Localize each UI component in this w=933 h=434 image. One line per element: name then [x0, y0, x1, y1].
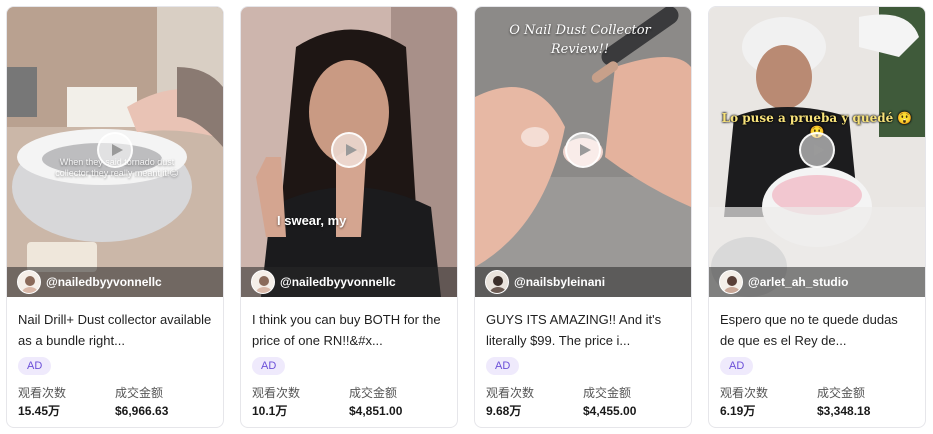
- gmv-value: $6,966.63: [115, 404, 169, 418]
- avatar: [485, 270, 509, 294]
- avatar: [17, 270, 41, 294]
- video-description[interactable]: Nail Drill+ Dust collector available as …: [18, 309, 212, 351]
- overlay-caption: I swear, my: [277, 213, 347, 228]
- play-icon[interactable]: [565, 132, 601, 168]
- author-handle[interactable]: @nailedbyyvonnellc: [46, 275, 162, 289]
- stats-row: 观看次数 15.45万 成交金额 $6,966.63: [18, 385, 212, 420]
- views-value: 15.45万: [18, 404, 61, 418]
- author-bar[interactable]: @nailedbyyvonnellc: [241, 267, 457, 297]
- ad-badge: AD: [252, 357, 286, 375]
- views-value: 10.1万: [252, 404, 288, 418]
- video-card[interactable]: I swear, my @nailedbyyvonnellc I think y…: [240, 6, 458, 428]
- views-value: 6.19万: [720, 404, 756, 418]
- author-bar[interactable]: @nailsbyleinani: [475, 267, 691, 297]
- stats-row: 观看次数 6.19万 成交金额 $3,348.18: [720, 385, 914, 420]
- play-icon[interactable]: [799, 132, 835, 168]
- video-description[interactable]: I think you can buy BOTH for the price o…: [252, 309, 446, 351]
- stats-row: 观看次数 9.68万 成交金额 $4,455.00: [486, 385, 680, 420]
- ad-badge: AD: [720, 357, 754, 375]
- author-handle[interactable]: @nailsbyleinani: [514, 275, 605, 289]
- gmv-value: $4,851.00: [349, 404, 403, 418]
- video-card[interactable]: When they said tornado dust collector th…: [6, 6, 224, 428]
- video-thumbnail[interactable]: When they said tornado dust collector th…: [7, 7, 223, 297]
- views-label: 观看次数: [720, 386, 769, 400]
- overlay-caption: O Nail Dust Collector Review!!: [509, 23, 651, 57]
- gmv-label: 成交金额: [349, 386, 398, 400]
- video-card-grid: When they said tornado dust collector th…: [0, 0, 933, 434]
- video-thumbnail[interactable]: I swear, my @nailedbyyvonnellc: [241, 7, 457, 297]
- video-card[interactable]: Lo puse a prueba y quedé 😲😲 @arlet_ah_st…: [708, 6, 926, 428]
- views-label: 观看次数: [18, 386, 67, 400]
- video-description[interactable]: Espero que no te quede dudas de que es e…: [720, 309, 914, 351]
- avatar: [251, 270, 275, 294]
- avatar: [719, 270, 743, 294]
- play-icon[interactable]: [97, 132, 133, 168]
- ad-badge: AD: [486, 357, 520, 375]
- gmv-label: 成交金额: [583, 386, 632, 400]
- ad-badge: AD: [18, 357, 52, 375]
- views-value: 9.68万: [486, 404, 522, 418]
- author-bar[interactable]: @arlet_ah_studio: [709, 267, 925, 297]
- play-icon[interactable]: [331, 132, 367, 168]
- video-card[interactable]: O Nail Dust Collector Review!! @nailsbyl…: [474, 6, 692, 428]
- author-handle[interactable]: @nailedbyyvonnellc: [280, 275, 396, 289]
- gmv-label: 成交金额: [817, 386, 866, 400]
- video-thumbnail[interactable]: O Nail Dust Collector Review!! @nailsbyl…: [475, 7, 691, 297]
- stats-row: 观看次数 10.1万 成交金额 $4,851.00: [252, 385, 446, 420]
- video-description[interactable]: GUYS ITS AMAZING!! And it's literally $9…: [486, 309, 680, 351]
- author-bar[interactable]: @nailedbyyvonnellc: [7, 267, 223, 297]
- gmv-value: $4,455.00: [583, 404, 637, 418]
- gmv-value: $3,348.18: [817, 404, 871, 418]
- gmv-label: 成交金额: [115, 386, 164, 400]
- video-thumbnail[interactable]: Lo puse a prueba y quedé 😲😲 @arlet_ah_st…: [709, 7, 925, 297]
- author-handle[interactable]: @arlet_ah_studio: [748, 275, 848, 289]
- views-label: 观看次数: [486, 386, 535, 400]
- views-label: 观看次数: [252, 386, 301, 400]
